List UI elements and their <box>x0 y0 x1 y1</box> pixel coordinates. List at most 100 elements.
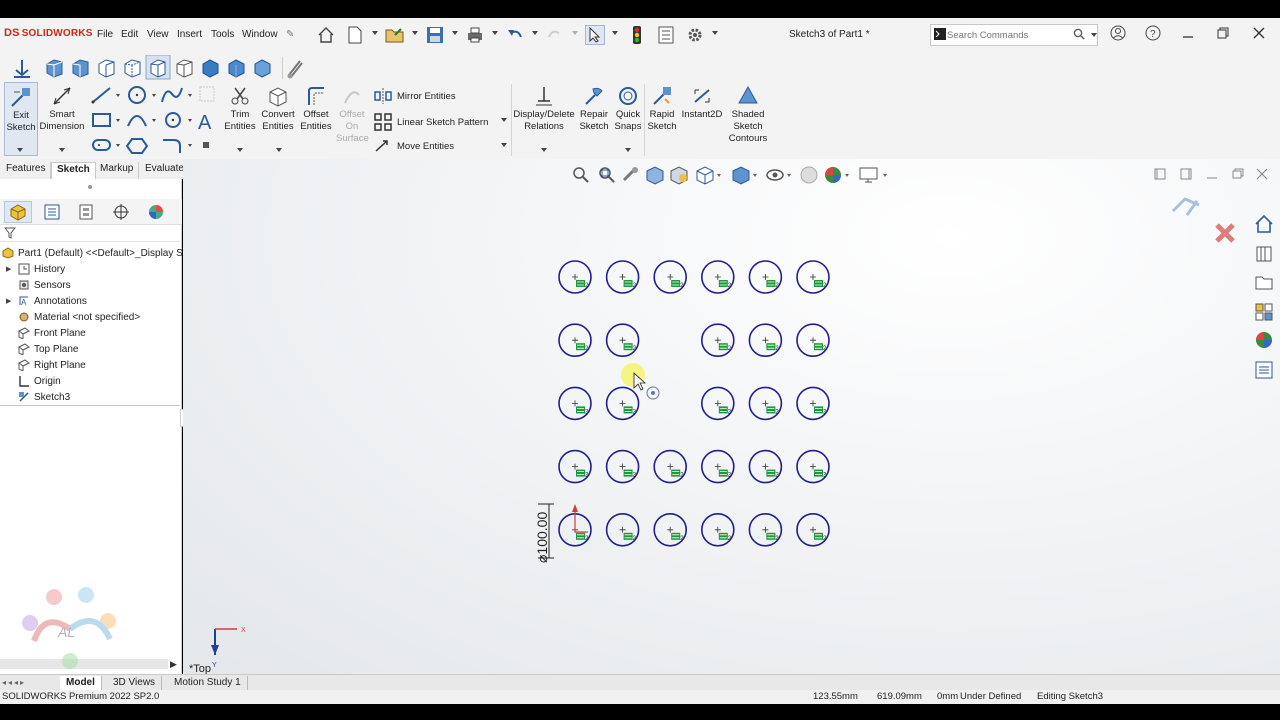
tab-sketch[interactable]: Sketch <box>51 162 96 179</box>
menu-tools[interactable]: Tools <box>211 29 234 40</box>
feature-manager-tab[interactable] <box>4 201 32 223</box>
undo-dropdown-icon[interactable] <box>532 31 538 35</box>
save-icon[interactable] <box>425 25 445 45</box>
bottom-tab-model[interactable]: Model <box>60 676 102 691</box>
sketch-circles[interactable]: 2 2 2 2 2 22 2 2 2 22 2 2 2 22 2 2 2 2 22 2 2 2 2 2 <box>558 260 830 547</box>
tree-item-history[interactable]: History <box>18 261 65 277</box>
restore-window-icon[interactable] <box>1213 25 1233 46</box>
sketch-circle[interactable]: 2 <box>796 386 830 421</box>
dimxpert-manager-tab[interactable] <box>107 201 135 223</box>
display-delete-relations-button[interactable]: Display/Delete Relations <box>513 82 575 133</box>
smart-dimension-button[interactable]: Smart Dimension <box>38 82 86 133</box>
sketch-circle[interactable]: 2 <box>605 323 640 357</box>
bottom-tab-3d-views[interactable]: 3D Views <box>107 676 163 691</box>
tree-item-sketch3[interactable]: Sketch3 <box>18 389 70 405</box>
tree-item-material-not-specified[interactable]: Material <not specified> <box>18 309 140 325</box>
exit-sketch-dropdown-icon[interactable] <box>17 148 23 152</box>
expand-caret-icon[interactable]: ▶ <box>6 265 11 273</box>
sketch-circle[interactable]: 2 <box>605 449 640 484</box>
tab-markup[interactable]: Markup <box>95 162 140 179</box>
repair-sketch-button[interactable]: Repair Sketch <box>577 82 611 133</box>
tree-item-annotations[interactable]: A Annotations <box>18 293 87 309</box>
scroll-right-icon[interactable]: ▶ <box>170 659 177 670</box>
diameter-dimension[interactable]: ⌀100.00 <box>534 503 554 563</box>
sketch-circle[interactable]: 2 <box>796 449 830 484</box>
minimize-window-icon[interactable] <box>1178 25 1198 46</box>
trim-dropdown-icon[interactable] <box>237 148 243 152</box>
redo-dropdown-icon[interactable] <box>572 31 578 35</box>
options-gear-icon[interactable] <box>685 25 705 45</box>
new-document-icon[interactable] <box>345 25 365 45</box>
configuration-manager-tab[interactable] <box>72 201 100 223</box>
tab-features[interactable]: Features <box>1 162 52 179</box>
standard-views-icons[interactable] <box>8 55 308 81</box>
tree-root-part[interactable]: Part1 (Default) <<Default>_Display S <box>2 245 183 261</box>
search-dropdown-icon[interactable] <box>1091 33 1097 37</box>
open-folder-icon[interactable] <box>385 25 405 45</box>
tab-navigation-arrows[interactable]: ◂◂◂▸ <box>2 678 52 688</box>
sketch-circle[interactable]: 2 <box>558 323 592 357</box>
move-dropdown-icon[interactable] <box>501 143 507 147</box>
sketch-circle[interactable]: 2 <box>653 449 688 484</box>
sketch-circle[interactable]: 2 <box>796 323 830 357</box>
sketch-circle[interactable]: 2 <box>605 386 640 421</box>
expand-caret-icon[interactable]: ▶ <box>6 297 11 305</box>
search-icon[interactable] <box>1073 28 1085 43</box>
sketch-circle[interactable]: 2 <box>700 260 735 294</box>
sketch-circle[interactable]: 2 <box>700 386 735 421</box>
sketch-circle[interactable]: 2 <box>653 260 688 294</box>
filter-icon[interactable] <box>3 227 17 242</box>
exit-sketch-button[interactable]: Exit Sketch <box>4 82 38 156</box>
smart-dimension-dropdown-icon[interactable] <box>59 148 65 152</box>
view-palette-icon[interactable] <box>1253 301 1275 323</box>
move-entities-button[interactable]: Move Entities <box>373 138 454 154</box>
sketch-circle[interactable]: 2 <box>558 386 592 421</box>
menu-insert[interactable]: Insert <box>177 29 202 40</box>
offset-entities-button[interactable]: Offset Entities <box>298 82 334 133</box>
sketch-circle[interactable]: 2 <box>748 260 783 294</box>
undo-icon[interactable] <box>505 25 525 45</box>
sketch-circle[interactable]: 2 <box>700 449 735 484</box>
search-commands-box[interactable] <box>930 24 1098 46</box>
sketch-entity-tools[interactable]: A <box>90 84 220 154</box>
sketch-circle[interactable]: 2 <box>748 323 783 357</box>
appearances-scenes-icon[interactable] <box>1253 329 1275 351</box>
pattern-dropdown-icon[interactable] <box>501 118 507 122</box>
print-icon[interactable] <box>465 25 485 45</box>
sketch-circle[interactable]: 2 <box>605 512 640 547</box>
solidworks-resources-icon[interactable] <box>1253 213 1275 235</box>
help-icon[interactable]: ? <box>1143 25 1163 46</box>
tree-item-right-plane[interactable]: Right Plane <box>18 357 86 373</box>
sketch-circle[interactable]: 2 <box>796 512 830 547</box>
file-properties-icon[interactable] <box>656 25 676 45</box>
offset-on-surface-button[interactable]: Offset On Surface <box>335 82 369 145</box>
menu-window[interactable]: Window <box>242 29 278 40</box>
options-dropdown-icon[interactable] <box>712 31 718 35</box>
panel-grip-icon[interactable] <box>88 185 92 189</box>
sketch-circle[interactable]: 2 <box>558 449 592 484</box>
convert-entities-button[interactable]: Convert Entities <box>259 82 297 133</box>
sketch-circle[interactable]: 2 <box>605 260 640 294</box>
instant2d-button[interactable]: Instant2D <box>681 82 723 121</box>
quick-snaps-button[interactable]: Quick Snaps <box>612 82 644 133</box>
mirror-entities-button[interactable]: Mirror Entities <box>373 88 456 104</box>
custom-properties-icon[interactable] <box>1253 359 1275 381</box>
menu-edit[interactable]: Edit <box>121 29 138 40</box>
sketch-circle[interactable]: 2 <box>748 386 783 421</box>
save-dropdown-icon[interactable] <box>452 31 458 35</box>
home-icon[interactable] <box>316 25 336 45</box>
redo-icon[interactable] <box>545 25 565 45</box>
tree-item-sensors[interactable]: Sensors <box>18 277 71 293</box>
sketch-circle[interactable]: 2 <box>653 512 688 547</box>
select-cursor-icon[interactable] <box>585 25 605 45</box>
menu-view[interactable]: View <box>147 29 169 40</box>
search-input[interactable] <box>947 29 1065 41</box>
design-library-icon[interactable] <box>1253 243 1275 265</box>
trim-entities-button[interactable]: Trim Entities <box>223 82 257 133</box>
tree-item-origin[interactable]: Origin <box>18 373 61 389</box>
bottom-tab-motion-study-1[interactable]: Motion Study 1 <box>168 676 248 691</box>
print-dropdown-icon[interactable] <box>492 31 498 35</box>
tree-item-front-plane[interactable]: Front Plane <box>18 325 86 341</box>
sketch-circle[interactable]: 2 <box>700 512 735 547</box>
menu-file[interactable]: File <box>97 29 113 40</box>
